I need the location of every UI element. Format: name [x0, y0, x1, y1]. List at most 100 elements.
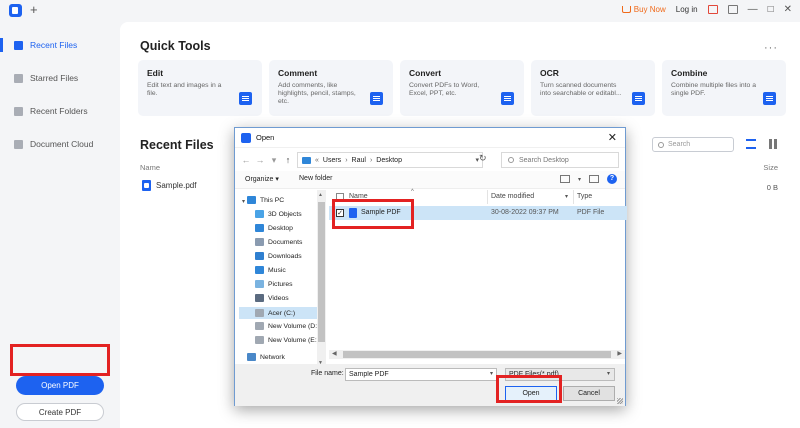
create-pdf-button[interactable]: Create PDF [16, 403, 104, 421]
column-header-type[interactable]: Type [577, 193, 592, 200]
sidebar-item-document-cloud[interactable]: Document Cloud [14, 139, 93, 149]
recent-locations-icon[interactable]: ▾ [267, 155, 281, 166]
tool-card-desc: Edit text and images in a file. [147, 82, 222, 97]
breadcrumb-raul[interactable]: Raul [352, 157, 366, 164]
tree-item-new-volume-e[interactable]: New Volume (E:) [255, 336, 318, 344]
dialog-cancel-button[interactable]: Cancel [563, 386, 615, 401]
tool-card-combine[interactable]: Combine Combine multiple files into a si… [662, 60, 786, 116]
tree-item-pictures[interactable]: Pictures [255, 280, 293, 288]
navigation-pane: ▾ This PC 3D Objects Desktop Documents D… [235, 190, 319, 368]
active-indicator [0, 38, 3, 52]
forward-arrow-icon[interactable]: → [253, 155, 267, 165]
drive-icon [255, 322, 264, 330]
navigation-scrollbar[interactable]: ▲ ▼ [317, 190, 326, 368]
tool-card-title: Edit [147, 68, 164, 78]
scroll-left-icon[interactable]: ◀ [332, 350, 337, 357]
pdf-file-icon [142, 180, 151, 191]
tree-item-label: New Volume (D: [268, 322, 318, 330]
login-button[interactable]: Log in [676, 5, 698, 14]
help-icon[interactable]: ? [607, 174, 617, 184]
tree-item-music[interactable]: Music [255, 266, 286, 274]
notification-icon[interactable] [727, 5, 738, 14]
drive-icon [255, 336, 264, 344]
up-arrow-icon[interactable]: ↑ [281, 155, 295, 165]
breadcrumb-desktop[interactable]: Desktop [376, 157, 402, 164]
tree-item-documents[interactable]: Documents [255, 238, 302, 246]
dialog-close-button[interactable]: ✕ [608, 131, 617, 144]
scroll-up-icon[interactable]: ▲ [318, 192, 323, 198]
resize-grip[interactable] [617, 398, 623, 404]
tree-item-label: Videos [268, 294, 289, 302]
buy-now-label: Buy Now [633, 5, 666, 14]
scrollbar-thumb[interactable] [343, 351, 611, 358]
more-options-button[interactable]: ··· [764, 42, 778, 54]
tool-card-title: OCR [540, 68, 559, 78]
maximize-button[interactable]: □ [768, 4, 774, 15]
dialog-search-input[interactable]: Search Desktop [501, 152, 619, 168]
tool-card-ocr[interactable]: OCR Turn scanned documents into searchab… [531, 60, 655, 116]
gift-icon[interactable] [707, 5, 718, 14]
computer-icon [302, 156, 311, 164]
scrollbar-thumb[interactable] [318, 202, 325, 342]
new-folder-button[interactable]: New folder [299, 175, 332, 182]
buy-now-button[interactable]: Buy Now [621, 5, 666, 14]
tool-card-comment[interactable]: Comment Add comments, like highlights, p… [269, 60, 393, 116]
tree-item-new-volume-d[interactable]: New Volume (D: [255, 322, 317, 330]
change-view-icon[interactable] [559, 175, 570, 183]
close-window-button[interactable]: ✕ [784, 4, 792, 15]
grid-view-icon[interactable] [769, 139, 779, 149]
breadcrumb-users[interactable]: Users [323, 157, 341, 164]
preview-pane-icon[interactable] [589, 175, 599, 183]
tool-card-desc: Add comments, like highlights, pencil, s… [278, 82, 356, 105]
combine-icon [763, 92, 776, 105]
pictures-icon [255, 280, 264, 288]
column-header-date[interactable]: Date modified [491, 193, 534, 200]
recent-files-search[interactable]: Search [652, 137, 734, 152]
search-placeholder: Search [668, 141, 691, 148]
back-arrow-icon[interactable]: ← [239, 155, 253, 165]
address-bar[interactable]: « Users › Raul › Desktop ▾ [297, 152, 483, 168]
column-divider[interactable] [573, 190, 574, 204]
chevron-down-icon[interactable]: ▾ [565, 193, 568, 200]
chevron-down-icon[interactable]: ▾ [490, 370, 493, 377]
tree-item-3d-objects[interactable]: 3D Objects [255, 210, 302, 218]
path-overflow[interactable]: « [315, 157, 319, 164]
column-divider[interactable] [487, 190, 488, 204]
list-view-icon[interactable] [746, 139, 756, 149]
open-pdf-button[interactable]: Open PDF [16, 376, 104, 395]
column-header-size[interactable]: Size [763, 163, 778, 172]
chevron-down-icon: ▾ [606, 371, 610, 377]
search-placeholder: Search Desktop [519, 156, 569, 164]
chevron-down-icon[interactable]: ▾ [578, 176, 581, 183]
sidebar-item-recent-folders[interactable]: Recent Folders [14, 106, 88, 116]
tree-item-desktop[interactable]: Desktop [255, 224, 293, 232]
folder-icon [14, 106, 23, 116]
sidebar-item-label: Document Cloud [30, 139, 94, 149]
refresh-icon[interactable]: ↻ [479, 153, 487, 164]
file-name-input[interactable] [345, 368, 497, 381]
column-header-name[interactable]: Name [140, 163, 160, 172]
sidebar-item-starred-files[interactable]: Starred Files [14, 73, 78, 83]
tool-card-edit[interactable]: Edit Edit text and images in a file. [138, 60, 262, 116]
desktop-icon [255, 224, 264, 232]
dialog-title-bar: Open [235, 128, 625, 148]
new-tab-button[interactable]: + [30, 2, 38, 17]
download-icon [255, 252, 264, 260]
tree-item-downloads[interactable]: Downloads [255, 252, 302, 260]
file-list-scrollbar[interactable]: ◀ ▶ [329, 350, 625, 359]
tree-item-videos[interactable]: Videos [255, 294, 289, 302]
documents-icon [255, 238, 264, 246]
minimize-button[interactable]: — [748, 4, 758, 15]
tree-item-acer-c[interactable]: Acer (C:) [239, 307, 317, 319]
tool-card-convert[interactable]: Convert Convert PDFs to Word, Excel, PPT… [400, 60, 524, 116]
tree-item-this-pc[interactable]: This PC [247, 196, 284, 204]
network-icon [247, 353, 256, 361]
tree-item-network[interactable]: Network [247, 353, 285, 361]
organize-button[interactable]: Organize ▾ [245, 175, 279, 183]
chevron-down-icon[interactable]: ▾ [242, 198, 245, 205]
tree-item-label: Acer (C:) [268, 309, 296, 317]
scroll-right-icon[interactable]: ▶ [617, 350, 622, 357]
list-item[interactable]: Sample.pdf [142, 180, 196, 191]
video-icon [255, 294, 264, 302]
sidebar-item-recent-files[interactable]: Recent Files [14, 40, 77, 50]
